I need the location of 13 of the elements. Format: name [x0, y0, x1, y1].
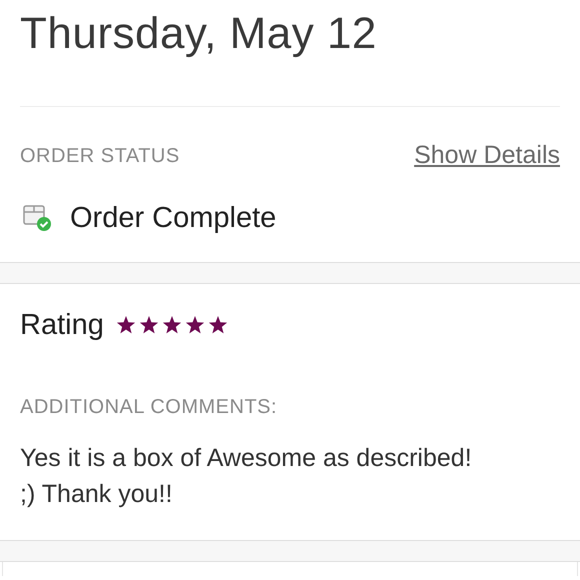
section-label: ORDER STATUS [20, 144, 180, 169]
show-details-link[interactable]: Show Details [414, 137, 560, 174]
comment-text: Yes it is a box of Awesome as described! ;) Thank you!! [20, 442, 473, 510]
order-status-text: Order Complete [70, 200, 276, 236]
star-icon [162, 316, 182, 336]
star-icon [208, 316, 228, 336]
box-check-icon [22, 203, 54, 234]
section-label: ADDITIONAL COMMENTS: [20, 394, 278, 420]
star-icon [138, 316, 159, 336]
star-icon [184, 316, 205, 336]
star-icon [116, 316, 136, 336]
rating-label: Rating [20, 308, 104, 343]
date-heading: Thursday, May 12 [20, 8, 378, 60]
